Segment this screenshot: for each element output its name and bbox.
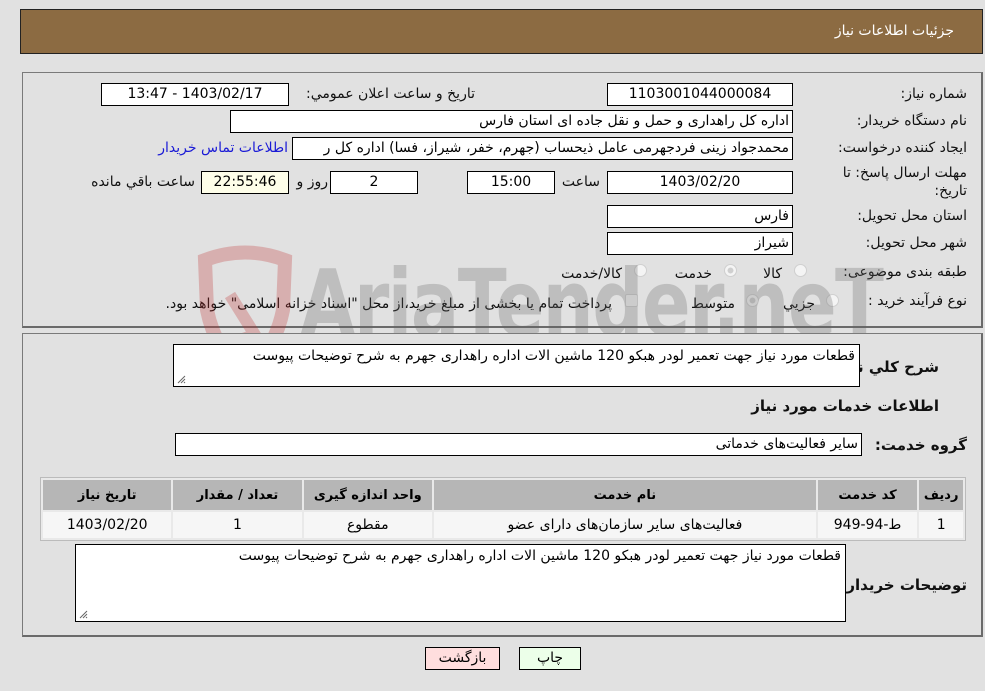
buyer-notes-text: قطعات مورد نیاز جهت تعمیر لودر هبکو 120 … (238, 548, 841, 564)
cell-service-code: ط-94-949 (817, 512, 918, 538)
col-quantity-header: تعداد / مقدار (173, 480, 302, 510)
days-label: روز و (296, 174, 329, 190)
category-label: طبقه بندی موضوعی: (843, 264, 967, 280)
category-goods-radio[interactable] (794, 264, 807, 277)
page-header: جزئیات اطلاعات نیاز (20, 9, 983, 54)
col-row-header: ردیف (919, 480, 963, 510)
announce-datetime-label: تاریخ و ساعت اعلان عمومي: (306, 86, 475, 102)
announce-datetime-field: 1403/02/17 - 13:47 (101, 83, 289, 106)
col-need-date-header: تاریخ نیاز (43, 480, 172, 510)
need-number-field: 1103001044000084 (607, 83, 793, 106)
deadline-label: مهلت ارسال پاسخ: تا تاریخ: (842, 165, 967, 199)
purchase-medium-radio[interactable] (746, 294, 759, 307)
services-table: ردیف کد خدمت نام خدمت واحد اندازه گیری ت… (40, 477, 966, 541)
category-goods-service-radio[interactable] (634, 264, 647, 277)
time-remaining-field: 22:55:46 (201, 171, 289, 194)
services-table-wrapper: ردیف کد خدمت نام خدمت واحد اندازه گیری ت… (40, 477, 966, 541)
cell-quantity: 1 (173, 512, 302, 538)
print-button[interactable]: چاپ (519, 647, 581, 670)
services-section-title: اطلاعات خدمات مورد نياز (751, 397, 939, 415)
cell-row-number: 1 (919, 512, 963, 538)
days-remaining-field: 2 (330, 171, 418, 194)
service-group-label: گروه خدمت: (874, 436, 967, 454)
deadline-time-label: ساعت (561, 174, 600, 190)
treasury-note: پرداخت تمام یا بخشی از مبلغ خرید،از محل … (165, 296, 612, 312)
col-service-name-header: نام خدمت (433, 480, 816, 510)
table-header-row: ردیف کد خدمت نام خدمت واحد اندازه گیری ت… (43, 480, 963, 510)
deadline-time-field: 15:00 (467, 171, 555, 194)
cell-service-name: فعالیت‌های سایر سازمان‌های دارای عضو (433, 512, 816, 538)
col-unit-header: واحد اندازه گیری (303, 480, 432, 510)
purchase-type-label: نوع فرآیند خرید : (868, 293, 967, 309)
delivery-province-field: فارس (607, 205, 793, 228)
col-service-code-header: کد خدمت (817, 480, 918, 510)
time-remaining-label: ساعت باقي مانده (91, 174, 195, 190)
deadline-date-field: 1403/02/20 (607, 171, 793, 194)
treasury-checkbox[interactable] (625, 294, 638, 307)
resize-grip-icon[interactable] (176, 374, 186, 384)
delivery-province-label: استان محل تحویل: (857, 208, 967, 224)
general-desc-text: قطعات مورد نیاز جهت تعمیر لودر هبکو 120 … (252, 348, 855, 364)
delivery-city-label: شهر محل تحویل: (865, 235, 967, 251)
cell-unit: مقطوع (303, 512, 432, 538)
delivery-city-field: شیراز (607, 232, 793, 255)
buyer-notes-label: توضیحات خریدار: (840, 576, 967, 594)
purchase-small-radio[interactable] (826, 294, 839, 307)
requester-label: ایجاد کننده درخواست: (838, 140, 967, 156)
purchase-medium-label: متوسط (691, 296, 735, 312)
page-title: جزئیات اطلاعات نیاز (834, 23, 954, 39)
category-goods-service-label: کالا/خدمت (561, 266, 622, 282)
buyer-org-label: نام دستگاه خريدار: (856, 113, 967, 129)
cell-need-date: 1403/02/20 (43, 512, 172, 538)
resize-grip-icon[interactable] (78, 609, 88, 619)
buyer-notes-textarea[interactable]: قطعات مورد نیاز جهت تعمیر لودر هبکو 120 … (75, 544, 846, 622)
buyer-org-field: اداره کل راهداری و حمل و نقل جاده ای است… (230, 110, 793, 133)
service-group-field: سایر فعالیت‌های خدماتی (175, 433, 862, 456)
category-goods-label: کالا (763, 266, 782, 282)
category-service-label: خدمت (674, 266, 712, 282)
category-service-radio[interactable] (724, 264, 737, 277)
need-number-label: شماره نیاز: (900, 86, 968, 102)
general-desc-textarea[interactable]: قطعات مورد نیاز جهت تعمیر لودر هبکو 120 … (173, 344, 860, 387)
purchase-small-label: جزيي (783, 296, 815, 312)
table-row: 1 ط-94-949 فعالیت‌های سایر سازمان‌های دا… (43, 512, 963, 538)
buyer-contact-link[interactable]: اطلاعات تماس خریدار (158, 140, 288, 156)
back-button[interactable]: بازگشت (425, 647, 500, 670)
requester-field: محمدجواد زینی فردجهرمی عامل ذیحساب (جهرم… (292, 137, 793, 160)
